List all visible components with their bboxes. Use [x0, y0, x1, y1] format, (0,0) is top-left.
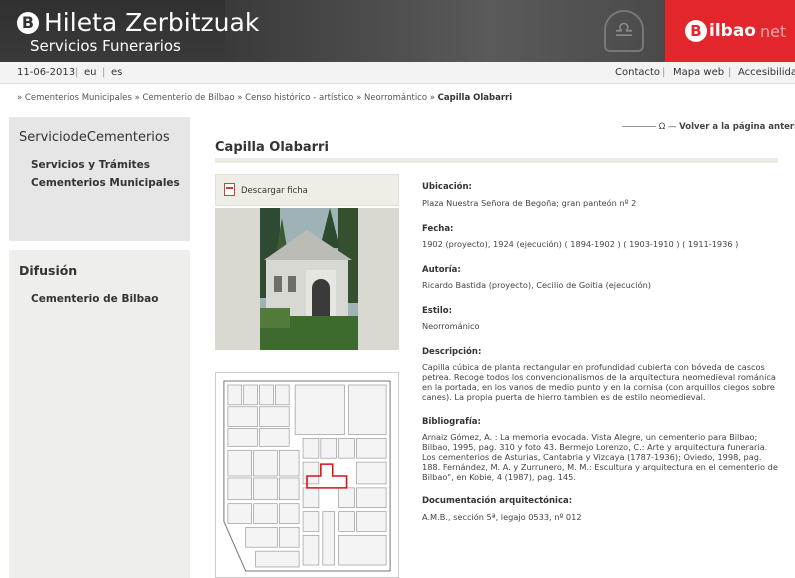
field-value-documentation: A.M.B., sección 5ª, legajo 0533, nº 012	[422, 512, 582, 522]
accessibility-link[interactable]: Accesibilidad	[738, 67, 795, 78]
sidebar-item-cementerios-municipales[interactable]: Cementerios Municipales	[31, 177, 180, 189]
back-link-label: Volver a la página anterior	[679, 122, 795, 132]
separator: |	[728, 67, 732, 78]
bilbao-logo-icon: B	[685, 20, 707, 42]
breadcrumb-item[interactable]: Cementerios Municipales	[25, 93, 132, 103]
site-subtitle: Servicios Funerarios	[30, 37, 181, 55]
site-title[interactable]: Hileta Zerbitzuak	[44, 9, 259, 37]
back-link[interactable]: Ω — Volver a la página anterior	[622, 122, 795, 132]
sitemap-link[interactable]: Mapa web	[673, 67, 724, 78]
sidebar-item-cementerio-bilbao[interactable]: Cementerio de Bilbao	[31, 293, 158, 305]
breadcrumb-separator: »	[356, 93, 362, 103]
bilbao-logo-net: net	[760, 22, 787, 41]
lang-eu-link[interactable]: eu	[84, 67, 97, 78]
breadcrumb-item[interactable]: Cementerio de Bilbao	[142, 93, 234, 103]
field-label-location: Ubicación:	[422, 182, 472, 192]
back-arch-icon: Ω	[658, 122, 666, 132]
current-date: 11-06-2013	[17, 67, 76, 78]
breadcrumb-separator: »	[134, 93, 140, 103]
bilbao-net-logo[interactable]: B ilbao net	[665, 0, 795, 62]
sidebar-heading-difusion: Difusión	[19, 263, 78, 278]
field-value-date: 1902 (proyecto), 1924 (ejecución) ( 1894…	[422, 239, 739, 249]
field-value-location: Plaza Nuestra Señora de Begoña; gran pan…	[422, 198, 637, 208]
page-title: Capilla Olabarri	[215, 140, 329, 155]
title-divider	[215, 158, 778, 163]
sidebar-item-servicios-tramites[interactable]: Servicios y Trámites	[31, 159, 150, 171]
field-value-style: Neorrománico	[422, 321, 480, 331]
site-logo-icon[interactable]: B	[17, 12, 39, 34]
field-label-style: Estilo:	[422, 306, 452, 316]
breadcrumb-separator: »	[429, 93, 435, 103]
field-label-bibliography: Bibliografía:	[422, 417, 481, 427]
download-sheet-label: Descargar ficha	[241, 186, 308, 196]
breadcrumb: » Cementerios Municipales » Cementerio d…	[17, 93, 512, 103]
separator: |	[75, 67, 79, 78]
header-banner	[225, 0, 665, 62]
separator: |	[102, 67, 106, 78]
chapel-photo	[260, 208, 358, 350]
breadcrumb-item[interactable]: Neorromántico	[364, 93, 427, 103]
coat-of-arms-icon: ♎	[604, 10, 644, 52]
field-label-documentation: Documentación arquitectónica:	[422, 496, 573, 506]
sidebar-services: ServiciodeCementerios Servicios y Trámit…	[9, 117, 190, 241]
breadcrumb-item[interactable]: Censo histórico - artístico	[245, 93, 353, 103]
field-label-date: Fecha:	[422, 224, 454, 234]
cemetery-plan	[215, 372, 399, 578]
sidebar-heading: ServiciodeCementerios	[19, 130, 170, 145]
field-value-author: Ricardo Bastida (proyecto), Cecilio de G…	[422, 280, 651, 290]
breadcrumb-separator: »	[17, 93, 23, 103]
field-value-description: Capilla cúbica de planta rectangular en …	[422, 362, 776, 402]
top-bar: 11-06-2013 | eu | es Contacto | Mapa web…	[0, 62, 795, 84]
breadcrumb-separator: »	[237, 93, 243, 103]
sidebar-heading-a: Servicio	[19, 130, 71, 145]
sidebar-difusion: Difusión Cementerio de Bilbao	[9, 250, 190, 578]
sidebar-heading-b: deCementerios	[70, 130, 170, 145]
breadcrumb-current: Capilla Olabarri	[437, 93, 513, 103]
contact-link[interactable]: Contacto	[615, 67, 660, 78]
bilbao-logo-text: ilbao	[709, 21, 756, 41]
download-sheet-button[interactable]: Descargar ficha	[215, 174, 399, 206]
lang-es-link[interactable]: es	[111, 67, 122, 78]
separator: |	[662, 67, 666, 78]
field-label-description: Descripción:	[422, 347, 482, 357]
pdf-icon	[224, 183, 235, 196]
field-value-bibliography: Arnaiz Gómez, A. : La memoria evocada. V…	[422, 432, 778, 482]
field-label-author: Autoría:	[422, 265, 461, 275]
